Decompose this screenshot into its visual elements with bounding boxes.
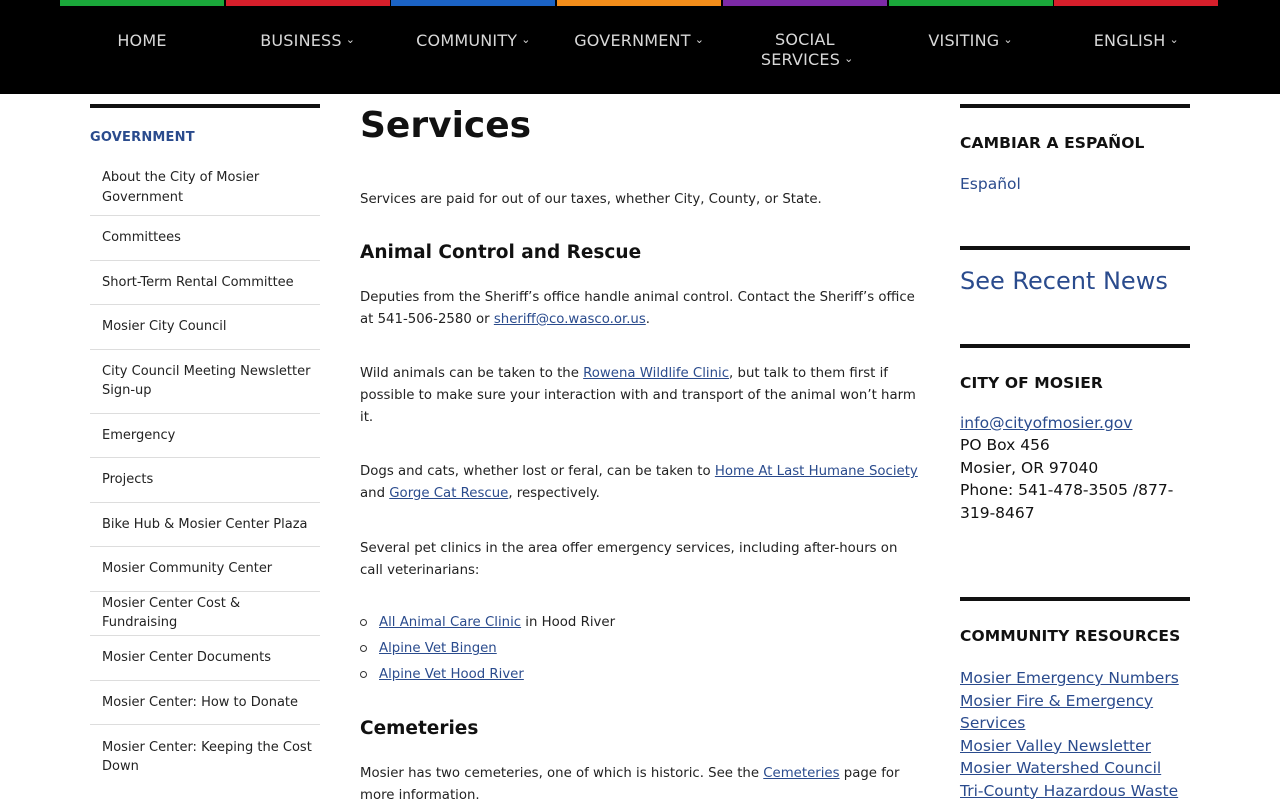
nav-language[interactable]: ENGLISH ⌄ bbox=[1054, 0, 1220, 94]
phone-number: Phone: 541-478-3505 /877-319-8467 bbox=[960, 481, 1174, 522]
chevron-down-icon: ⌄ bbox=[1169, 33, 1179, 46]
animal-control-heading: Animal Control and Rescue bbox=[360, 242, 642, 263]
chevron-down-icon: ⌄ bbox=[844, 52, 854, 65]
bullet-icon bbox=[360, 671, 367, 678]
chevron-down-icon: ⌄ bbox=[521, 33, 531, 46]
gorge-cat-rescue-link[interactable]: Gorge Cat Rescue bbox=[389, 486, 508, 501]
resource-link-hazardous-waste[interactable]: Tri-County Hazardous Waste & bbox=[960, 780, 1190, 800]
intro-text: Services are paid for out of our taxes, … bbox=[360, 192, 822, 207]
list-item: All Animal Care Clinic in Hood River bbox=[360, 610, 920, 636]
nav-home-label: HOME bbox=[117, 31, 167, 50]
resources-widget-title: COMMUNITY RESOURCES bbox=[960, 627, 1181, 645]
sidebar-divider bbox=[90, 104, 320, 108]
recent-news-link[interactable]: See Recent News bbox=[960, 267, 1190, 295]
nav-business[interactable]: BUSINESS ⌄ bbox=[225, 0, 392, 94]
city-widget-title: CITY OF MOSIER bbox=[960, 373, 1103, 392]
city-email-link[interactable]: info@cityofmosier.gov bbox=[960, 412, 1190, 435]
cemeteries-text: Mosier has two cemeteries, one of which … bbox=[360, 766, 764, 781]
widget-divider bbox=[960, 104, 1190, 108]
resource-link-fire-emergency[interactable]: Mosier Fire & Emergency Services bbox=[960, 690, 1190, 735]
spanish-link[interactable]: Español bbox=[960, 173, 1190, 196]
left-sidebar: GOVERNMENT About the City of Mosier Gove… bbox=[90, 104, 320, 789]
sidebar-item-committees[interactable]: Committees bbox=[90, 216, 320, 261]
cemeteries-paragraph: Mosier has two cemeteries, one of which … bbox=[360, 763, 920, 800]
cemeteries-heading: Cemeteries bbox=[360, 718, 479, 739]
animal-p3-mid: and bbox=[360, 486, 390, 501]
sidebar-item-city-council[interactable]: Mosier City Council bbox=[90, 305, 320, 350]
sidebar-menu: About the City of Mosier Government Comm… bbox=[90, 168, 320, 789]
list-item: Alpine Vet Hood River bbox=[360, 662, 920, 688]
sidebar-item-emergency[interactable]: Emergency bbox=[90, 414, 320, 458]
alpine-vet-bingen-link[interactable]: Alpine Vet Bingen bbox=[379, 641, 497, 656]
resources-list: Mosier Emergency Numbers Mosier Fire & E… bbox=[960, 667, 1190, 800]
sidebar-item-community-center[interactable]: Mosier Community Center bbox=[90, 547, 320, 592]
nav-community-label: COMMUNITY bbox=[416, 31, 518, 50]
nav-government-label: GOVERNMENT bbox=[574, 31, 691, 50]
alpine-vet-hood-river-link[interactable]: Alpine Vet Hood River bbox=[379, 667, 524, 682]
widget-divider bbox=[960, 245, 1190, 250]
all-animal-care-link[interactable]: All Animal Care Clinic bbox=[379, 615, 521, 630]
animal-p3-end: , respectively. bbox=[508, 486, 600, 501]
nav-language-label: ENGLISH bbox=[1093, 31, 1166, 50]
sidebar-item-about[interactable]: About the City of Mosier Government bbox=[90, 168, 320, 216]
clinic-suffix: in Hood River bbox=[521, 615, 616, 630]
chevron-down-icon: ⌄ bbox=[1003, 33, 1013, 46]
spanish-widget-title: CAMBIAR A ESPAÑOL bbox=[960, 134, 1145, 152]
dogs-cats-paragraph: Dogs and cats, whether lost or feral, ca… bbox=[360, 461, 920, 505]
sidebar-item-center-documents[interactable]: Mosier Center Documents bbox=[90, 636, 320, 681]
widget-divider bbox=[960, 597, 1190, 601]
page-title: Services bbox=[360, 105, 532, 146]
nav-business-label: BUSINESS bbox=[260, 31, 342, 50]
nav-social-services-stripe bbox=[722, 0, 887, 6]
rowena-wildlife-link[interactable]: Rowena Wildlife Clinic bbox=[583, 366, 729, 381]
pet-clinic-list: All Animal Care Clinic in Hood River Alp… bbox=[360, 610, 920, 688]
sidebar-item-keeping-cost-down[interactable]: Mosier Center: Keeping the Cost Down bbox=[90, 725, 320, 789]
top-navigation: HOME BUSINESS ⌄ COMMUNITY ⌄ GOVERNMENT ⌄ SO… bbox=[0, 0, 1280, 94]
bullet-icon bbox=[360, 645, 367, 652]
nav-social-services[interactable]: SOCIAL SERVICES ⌄ bbox=[722, 0, 889, 94]
nav-government-stripe bbox=[557, 0, 722, 6]
nav-business-stripe bbox=[225, 0, 390, 6]
resource-link-watershed-council[interactable]: Mosier Watershed Council bbox=[960, 757, 1190, 780]
cemeteries-link[interactable]: Cemeteries bbox=[763, 766, 839, 781]
animal-p1-end: . bbox=[645, 312, 651, 327]
pet-clinics-paragraph: Several pet clinics in the area offer em… bbox=[360, 541, 898, 578]
sidebar-item-how-to-donate[interactable]: Mosier Center: How to Donate bbox=[90, 681, 320, 725]
nav-visiting-stripe bbox=[888, 0, 1053, 6]
nav-visiting[interactable]: VISITING ⌄ bbox=[888, 0, 1055, 94]
chevron-down-icon: ⌄ bbox=[694, 33, 705, 46]
chevron-down-icon: ⌄ bbox=[345, 33, 356, 46]
main-menu: HOME BUSINESS ⌄ COMMUNITY ⌄ GOVERNMENT ⌄ SO… bbox=[60, 0, 1220, 94]
po-box: PO Box 456 bbox=[960, 436, 1050, 454]
animal-p3-text: Dogs and cats, whether lost or feral, ca… bbox=[360, 464, 715, 479]
resource-link-valley-newsletter[interactable]: Mosier Valley Newsletter bbox=[960, 735, 1190, 758]
sidebar-item-short-term-rental[interactable]: Short-Term Rental Committee bbox=[90, 261, 320, 305]
main-content: Services Services are paid for out of ou… bbox=[360, 104, 920, 800]
sidebar-title[interactable]: GOVERNMENT bbox=[90, 130, 320, 145]
bullet-icon bbox=[360, 619, 367, 626]
nav-government[interactable]: GOVERNMENT ⌄ bbox=[557, 0, 723, 94]
nav-community[interactable]: COMMUNITY ⌄ bbox=[391, 0, 557, 94]
city-state-zip: Mosier, OR 97040 bbox=[960, 458, 1099, 477]
sidebar-item-newsletter-signup[interactable]: City Council Meeting Newsletter Sign-up bbox=[90, 350, 320, 414]
list-item: Alpine Vet Bingen bbox=[360, 636, 920, 662]
right-sidebar: CAMBIAR A ESPAÑOL Español See Recent New… bbox=[960, 104, 1190, 800]
sidebar-item-center-cost[interactable]: Mosier Center Cost & Fundraising bbox=[90, 592, 320, 636]
nav-home[interactable]: HOME bbox=[60, 0, 226, 94]
nav-community-stripe bbox=[391, 0, 556, 6]
resource-link-emergency-numbers[interactable]: Mosier Emergency Numbers bbox=[960, 667, 1190, 690]
humane-society-link[interactable]: Home At Last Humane Society bbox=[715, 464, 918, 479]
nav-language-stripe bbox=[1054, 0, 1219, 6]
wildlife-paragraph: Wild animals can be taken to the Rowena … bbox=[360, 363, 920, 429]
sidebar-item-projects[interactable]: Projects bbox=[90, 458, 320, 503]
sidebar-item-bike-hub[interactable]: Bike Hub & Mosier Center Plaza bbox=[90, 503, 320, 547]
city-contact: info@cityofmosier.gov PO Box 456 Mosier,… bbox=[960, 412, 1190, 525]
sheriff-email-link[interactable]: sheriff@co.wasco.or.us bbox=[494, 312, 646, 327]
widget-divider bbox=[960, 343, 1190, 348]
nav-social-services-label: SOCIAL SERVICES bbox=[760, 30, 841, 69]
animal-p2-text: Wild animals can be taken to the bbox=[360, 366, 584, 381]
nav-home-stripe bbox=[60, 0, 224, 6]
nav-visiting-label: VISITING bbox=[928, 31, 1000, 50]
animal-control-paragraph: Deputies from the Sheriff’s office handl… bbox=[360, 287, 920, 331]
